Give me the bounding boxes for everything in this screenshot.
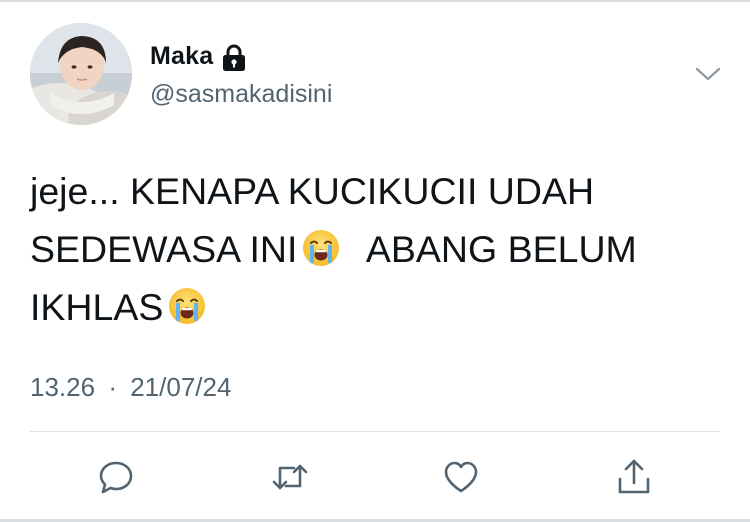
divider [30,431,720,432]
retweet-button[interactable] [268,455,312,499]
retweet-icon [272,464,308,490]
crying-face-icon [167,284,207,324]
avatar[interactable] [30,23,132,125]
reply-button[interactable] [94,455,138,499]
like-button[interactable] [439,455,483,499]
tweet-text: jeje... KENAPA KUCIKUCII UDAH SEDEWASA I… [30,162,720,336]
heart-icon [444,461,478,493]
avatar-image [30,23,132,125]
top-border [0,0,750,2]
crying-face-icon [301,226,341,266]
tweet-timestamp[interactable]: 13.26 · 21/07/24 [30,372,231,403]
share-button[interactable] [612,455,656,499]
chevron-down-icon[interactable] [694,64,722,84]
lock-icon [222,44,246,72]
reply-icon [99,461,133,494]
author-handle[interactable]: @sasmakadisini [150,80,332,109]
author-name[interactable]: Maka [150,42,213,71]
tweet-date: 21/07/24 [130,372,232,402]
author-name-row: Maka [150,42,246,71]
share-icon [618,459,650,494]
tweet-card: Maka @sasmakadisini jeje... KENAPA KUCIK… [0,0,750,522]
tweet-time: 13.26 [30,372,96,402]
action-bar [0,451,750,501]
meta-separator: · [108,372,117,402]
